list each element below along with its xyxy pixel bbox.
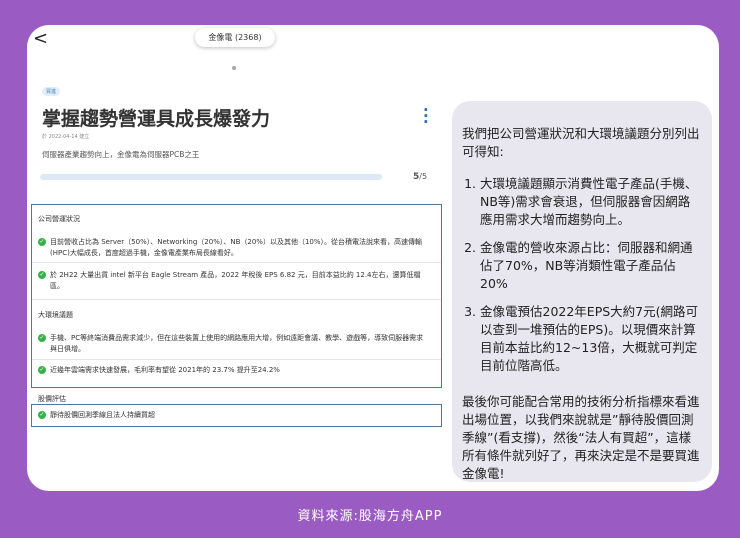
panel-outro: 最後你可能配合常用的技術分析指標來看進出場位置，以我們來說就是”靜待股價回測季線… [462,394,700,481]
drag-handle[interactable] [232,66,236,70]
check-icon: ✓ [38,238,46,246]
progress-total: /5 [419,172,428,181]
list-item: ✓ 目前營收占比為 Server（50%）、Networking（20%）、NB（… [38,237,428,259]
progress-count: 5/5 [413,172,427,182]
panel-points: 大環境議題顯示消費性電子產品(手機、NB等)需求會衰退，但伺服器會因網路應用需求… [462,175,702,375]
section-box-operations [31,204,442,388]
more-icon[interactable]: · · · [423,103,429,130]
section-title: 股價評估 [38,395,66,403]
list-item: ✓ 於 2H22 大量出貨 intel 新平台 Eagle Stream 產品，2… [38,270,428,292]
stock-pill[interactable]: 金像電 (2368) [195,28,275,47]
item-text: 靜待股價回測季線且法人持續買超 [50,411,155,419]
panel-point: 金像電的營收來源占比：伺服器和網通佔了70%，NB等消類性電子產品佔20% [480,239,702,293]
divider [32,262,441,263]
panel-point: 金像電預估2022年EPS大約7元(網路可以查到一堆預估的EPS)。以現價來計算… [480,303,702,375]
divider [32,359,441,360]
panel-point: 大環境議題顯示消費性電子產品(手機、NB等)需求會衰退，但伺服器會因網路應用需求… [480,175,702,229]
check-icon: ✓ [38,334,46,342]
back-icon[interactable]: < [33,28,48,49]
commentary-panel: 我們把公司營運狀況和大環境議題分別列出可得知: 大環境議題顯示消費性電子產品(手… [452,101,712,482]
section-title: 大環境議題 [38,311,73,319]
list-item: ✓ 靜待股價回測季線且法人持續買超 [38,410,428,421]
source-caption: 資料來源:股海方舟APP [297,509,443,524]
section-title: 公司營運狀況 [38,215,80,223]
action-tag: 買進 [42,87,61,96]
item-text: 於 2H22 大量出貨 intel 新平台 Eagle Stream 產品，20… [50,271,421,290]
created-date: 於 2022-04-14 建立 [42,134,90,140]
panel-intro: 我們把公司營運狀況和大環境議題分別列出可得知: [462,126,700,159]
item-text: 目前營收占比為 Server（50%）、Networking（20%）、NB（2… [50,238,423,257]
item-text: 手機、PC等終端消費品需求減少，但在這些裝置上使用的網路應用大增，例如遠距會議、… [50,334,424,353]
check-icon: ✓ [38,411,46,419]
check-icon: ✓ [38,366,46,374]
progress-bar [40,174,382,180]
divider [32,299,441,300]
check-icon: ✓ [38,271,46,279]
page-title: 掌握趨勢營運具成長爆發力 [42,108,271,130]
list-item: ✓ 手機、PC等終端消費品需求減少，但在這些裝置上使用的網路應用大增，例如遠距會議… [38,333,428,355]
list-item: ✓ 近幾年雲端需求快速發展，毛利率有望從 2021年的 23.7% 提升至24.2… [38,365,428,376]
item-text: 近幾年雲端需求快速發展，毛利率有望從 2021年的 23.7% 提升至24.2% [50,366,280,374]
subtitle: 伺服器產業趨勢向上，金像電為伺服器PCB之王 [42,150,200,159]
